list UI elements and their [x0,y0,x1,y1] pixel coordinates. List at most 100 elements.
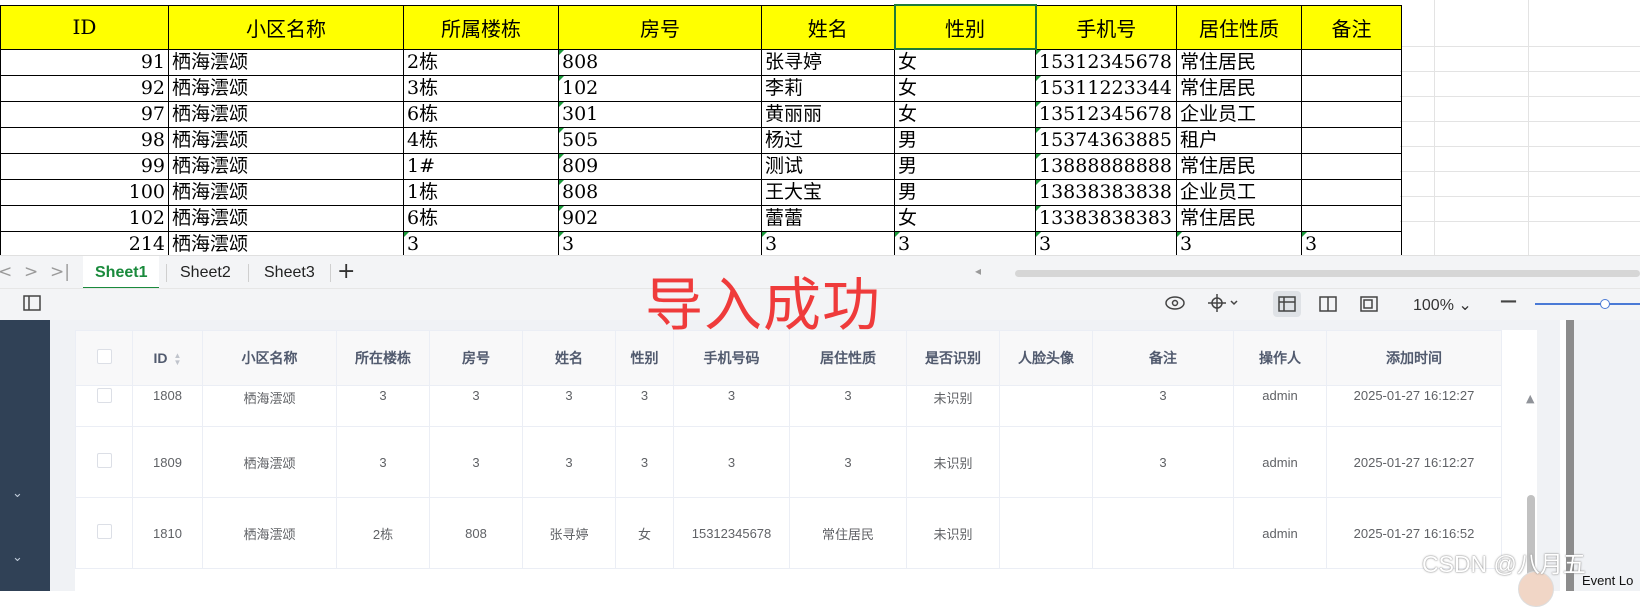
sheet-cell[interactable]: 常住居民 [1176,48,1302,76]
sheet-cell[interactable]: 15374363885 [1035,127,1177,154]
sheet-cell[interactable]: 902 [558,205,762,232]
sheet-cell[interactable]: 13512345678 [1035,101,1177,128]
sheet-header-cell[interactable]: 手机号 [1035,4,1177,50]
event-log-label[interactable]: Event Lo [1582,573,1633,588]
sheet-cell[interactable]: 214 [0,231,169,255]
sheet-cell[interactable]: 808 [558,48,762,76]
sheet-cell[interactable]: 常住居民 [1176,75,1302,102]
sheet-cell[interactable]: 黄丽丽 [761,101,895,128]
row-checkbox[interactable] [75,426,133,498]
chevron-down-icon[interactable]: ⌄ [1458,297,1471,314]
sheet-cell[interactable]: 1# [403,153,559,180]
sheet-cell[interactable]: 3 [403,231,559,255]
sheet-header-cell[interactable]: 所属楼栋 [403,4,559,50]
sheet-cell[interactable]: 李莉 [761,75,895,102]
chevron-down-icon[interactable]: ⌄ [12,486,23,501]
sheet-cell[interactable]: 505 [558,127,762,154]
next-sheet-icon[interactable]: > [24,262,38,282]
sheet-cell[interactable] [1301,127,1402,154]
sheet-cell[interactable]: 3 [894,231,1036,255]
row-checkbox[interactable] [75,497,133,569]
sheet-cell[interactable]: 租户 [1176,127,1302,154]
sheet-cell[interactable]: 92 [0,75,169,102]
sheet-cell[interactable]: 3 [1035,231,1177,255]
sheet-cell[interactable] [1301,75,1402,102]
sheet-cell[interactable] [1301,179,1402,206]
zoom-level[interactable]: 100% ⌄ [1413,295,1472,315]
sheet-cell[interactable]: 栖海澐颂 [168,205,404,232]
scroll-left-icon[interactable]: ◂ [975,264,981,278]
sheet-cell[interactable]: 女 [894,75,1036,102]
sheet-cell[interactable]: 809 [558,153,762,180]
sheet-cell[interactable]: 栖海澐颂 [168,75,404,102]
horizontal-scrollbar[interactable] [1015,270,1640,277]
sheet-cell[interactable]: 2栋 [403,48,559,76]
page-layout-button[interactable] [1314,291,1342,317]
sheet-cell[interactable]: 男 [894,179,1036,206]
zoom-slider-handle[interactable] [1600,299,1610,309]
row-checkbox[interactable] [75,385,133,427]
sheet-header-cell[interactable]: 备注 [1301,4,1402,50]
sheet-cell[interactable]: 4栋 [403,127,559,154]
crosshair-icon[interactable] [1207,293,1239,318]
sheet-cell[interactable]: 张寻婷 [761,48,895,76]
sheet-cell[interactable]: 3 [1176,231,1302,255]
sheet-header-cell[interactable]: 房号 [558,4,762,50]
sidebar-toggle-icon[interactable] [22,293,42,318]
sheet-cell[interactable]: 栖海澐颂 [168,48,404,76]
sheet-cell[interactable]: 100 [0,179,169,206]
sheet-cell[interactable]: 3 [1301,231,1402,255]
sheet-cell[interactable]: 6栋 [403,101,559,128]
select-all-checkbox[interactable] [75,330,133,386]
sheet-cell[interactable]: 3 [761,231,895,255]
column-header-id[interactable]: ID ▲ ▼ [132,330,203,386]
sheet-cell[interactable]: 常住居民 [1176,153,1302,180]
sheet-cell[interactable]: 98 [0,127,169,154]
sheet-cell[interactable]: 栖海澐颂 [168,153,404,180]
sheet-cell[interactable]: 102 [558,75,762,102]
sheet-cell[interactable] [1301,101,1402,128]
sheet-cell[interactable]: 15312345678 [1035,48,1177,76]
sheet-cell[interactable]: 女 [894,205,1036,232]
sheet-cell[interactable] [1301,205,1402,232]
sheet-header-cell-selected[interactable]: 性别 [893,4,1037,50]
tab-sheet2[interactable]: Sheet2 [168,256,243,289]
sheet-cell[interactable]: 808 [558,179,762,206]
sheet-cell[interactable]: 测试 [761,153,895,180]
sheet-cell[interactable]: 3 [558,231,762,255]
sort-icon[interactable]: ▲ ▼ [174,352,182,367]
tab-sheet1[interactable]: Sheet1 [83,256,160,289]
sheet-cell[interactable] [1301,153,1402,180]
sheet-cell[interactable]: 栖海澐颂 [168,179,404,206]
tab-sheet3[interactable]: Sheet3 [252,256,327,289]
sheet-cell[interactable]: 杨过 [761,127,895,154]
sheet-cell[interactable]: 王大宝 [761,179,895,206]
sheet-cell[interactable]: 男 [894,153,1036,180]
page-break-button[interactable] [1355,291,1383,317]
scroll-up-icon[interactable]: ▲ [1526,392,1534,405]
sheet-cell[interactable]: 女 [894,48,1036,76]
zoom-slider[interactable] [1535,303,1640,305]
sheet-cell[interactable]: 栖海澐颂 [168,127,404,154]
sheet-cell[interactable]: 13383838383 [1035,205,1177,232]
sheet-header-cell[interactable]: 姓名 [761,4,895,50]
eye-icon[interactable] [1164,293,1186,318]
sheet-cell[interactable]: 13838383838 [1035,179,1177,206]
sheet-header-cell[interactable]: ID [0,4,169,50]
add-sheet-button[interactable]: + [337,259,355,284]
sheet-cell[interactable]: 6栋 [403,205,559,232]
zoom-out-button[interactable]: — [1500,291,1517,311]
sheet-cell[interactable]: 栖海澐颂 [168,231,404,255]
chevron-down-icon[interactable]: ⌄ [12,550,23,565]
sheet-cell[interactable]: 男 [894,127,1036,154]
sheet-cell[interactable]: 常住居民 [1176,205,1302,232]
last-sheet-icon[interactable]: >| [50,262,70,282]
sheet-header-cell[interactable]: 居住性质 [1176,4,1302,50]
sheet-cell[interactable] [1301,48,1402,76]
sheet-cell[interactable]: 企业员工 [1176,179,1302,206]
sheet-cell[interactable]: 蕾蕾 [761,205,895,232]
sheet-cell[interactable]: 栖海澐颂 [168,101,404,128]
sheet-cell[interactable]: 91 [0,48,169,76]
sheet-cell[interactable]: 13888888888 [1035,153,1177,180]
sheet-cell[interactable]: 97 [0,101,169,128]
